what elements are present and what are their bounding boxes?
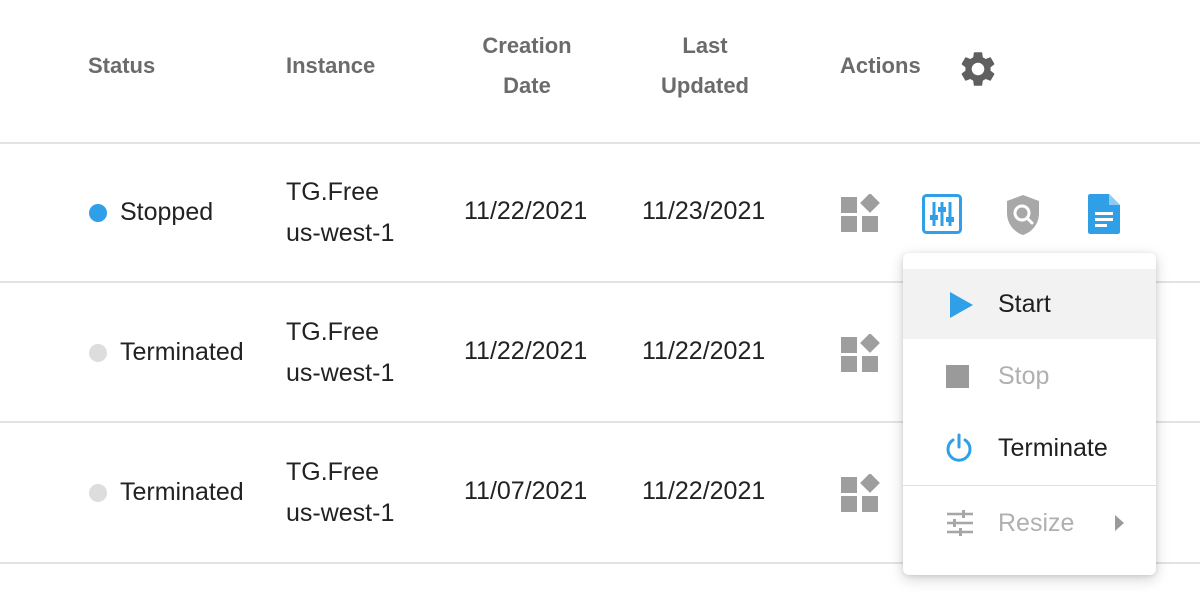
status-text: Terminated xyxy=(120,478,244,506)
menu-divider xyxy=(903,485,1156,486)
last-updated-date: 11/23/2021 xyxy=(642,197,766,225)
menu-item-label: Start xyxy=(998,290,1051,318)
instance-region: us-west-1 xyxy=(286,359,395,387)
status-dot xyxy=(89,344,107,362)
instance-type: TG.Free xyxy=(286,458,380,486)
last-updated-date: 11/22/2021 xyxy=(642,477,766,505)
menu-item-resize[interactable]: Resize xyxy=(903,488,1156,558)
status-text: Terminated xyxy=(120,338,244,366)
play-icon xyxy=(948,291,974,319)
creation-date: 11/07/2021 xyxy=(464,477,588,505)
menu-item-terminate[interactable]: Terminate xyxy=(903,413,1156,483)
column-header-actions: Actions xyxy=(840,53,921,78)
shield-search-icon[interactable] xyxy=(1004,193,1042,237)
submenu-arrow-icon xyxy=(1113,514,1125,532)
gear-icon[interactable] xyxy=(957,48,999,90)
apps-icon[interactable] xyxy=(840,333,880,374)
instance-type: TG.Free xyxy=(286,178,380,206)
sliders-icon xyxy=(945,508,975,538)
menu-item-label: Terminate xyxy=(998,434,1108,462)
instance-region: us-west-1 xyxy=(286,219,395,247)
row-divider xyxy=(0,142,1200,144)
column-header-status[interactable]: Status xyxy=(88,46,155,86)
menu-item-label: Stop xyxy=(998,362,1050,390)
creation-date: 11/22/2021 xyxy=(464,197,588,225)
column-header-creation-line1: Creation xyxy=(482,33,572,58)
instance-actions-menu: Start Stop Terminate Resize xyxy=(903,253,1156,575)
stop-icon xyxy=(945,364,970,389)
instance-type: TG.Free xyxy=(286,318,380,346)
apps-icon[interactable] xyxy=(840,193,880,234)
menu-item-stop[interactable]: Stop xyxy=(903,341,1156,411)
document-icon[interactable] xyxy=(1087,193,1121,235)
column-header-creation-date[interactable]: Creation Date xyxy=(447,26,607,106)
column-header-creation-line2: Date xyxy=(503,73,551,98)
instance-region: us-west-1 xyxy=(286,499,395,527)
column-header-instance[interactable]: Instance xyxy=(286,46,375,86)
creation-date: 11/22/2021 xyxy=(464,337,588,365)
column-header-last-updated[interactable]: Last Updated xyxy=(625,26,785,106)
status-dot xyxy=(89,484,107,502)
status-dot xyxy=(89,204,107,222)
column-header-updated-line2: Updated xyxy=(661,73,749,98)
power-icon xyxy=(944,433,974,463)
status-text: Stopped xyxy=(120,198,214,226)
apps-icon[interactable] xyxy=(840,473,880,514)
menu-item-start[interactable]: Start xyxy=(903,269,1156,339)
last-updated-date: 11/22/2021 xyxy=(642,337,766,365)
column-header-updated-line1: Last xyxy=(682,33,728,58)
tune-icon[interactable] xyxy=(921,193,963,235)
menu-item-label: Resize xyxy=(998,509,1075,537)
